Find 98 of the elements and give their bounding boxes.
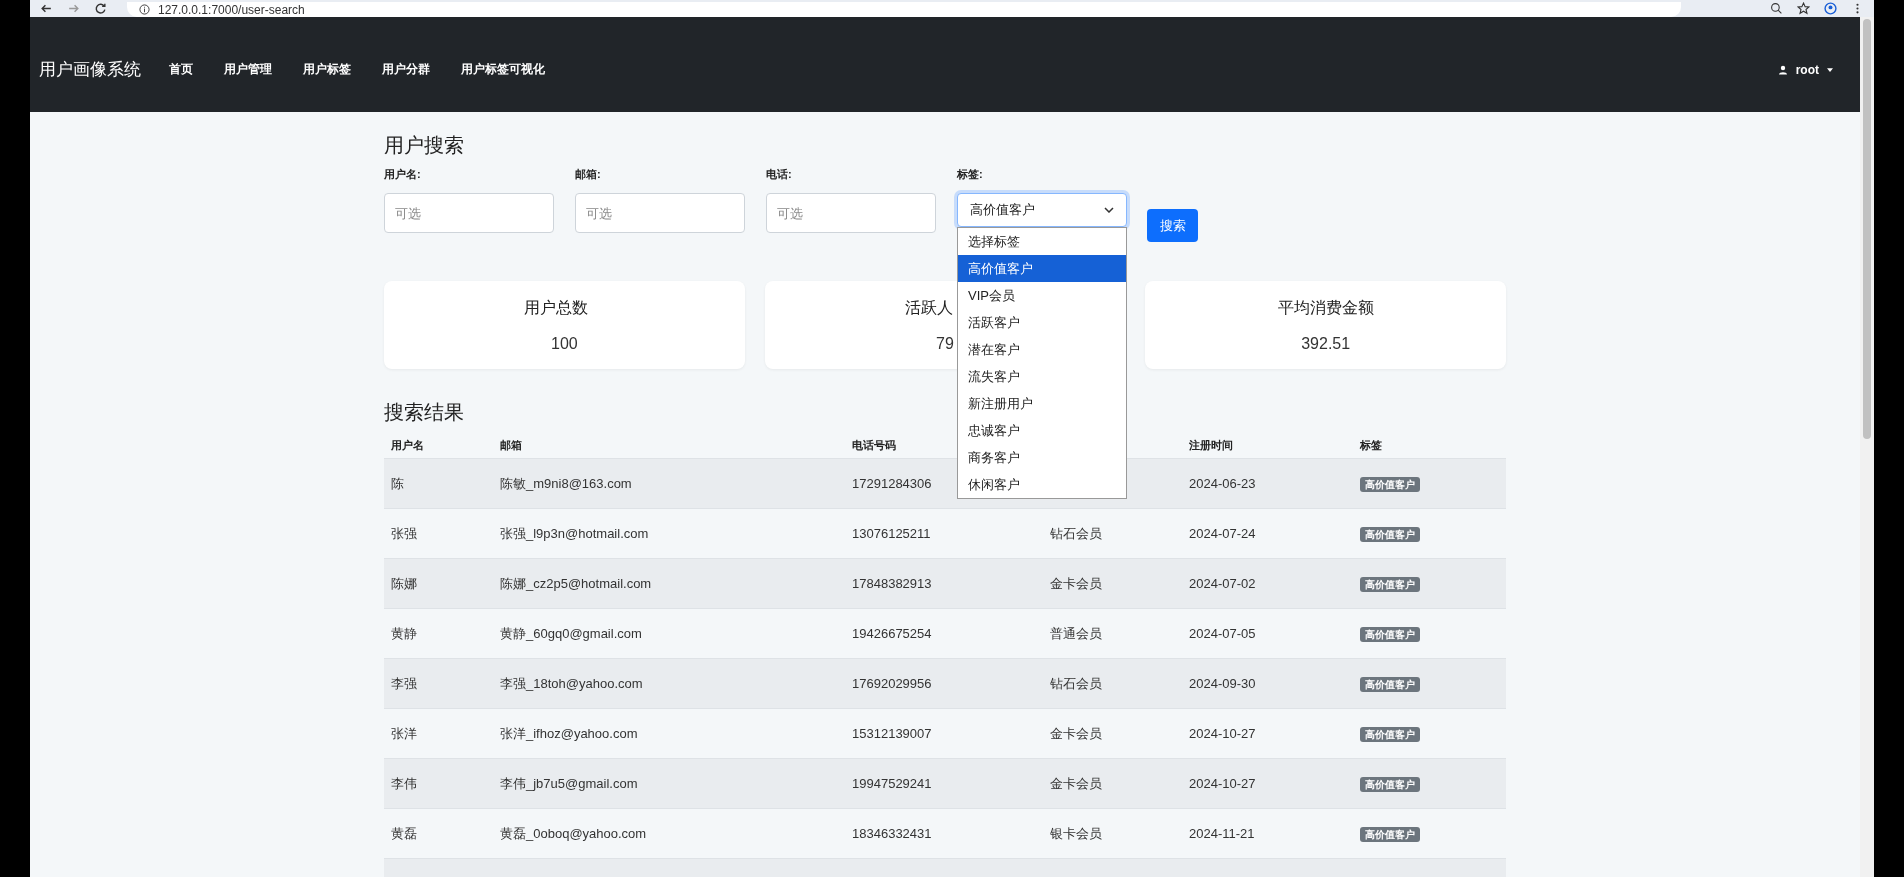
nav-link[interactable]: 用户管理	[224, 61, 272, 78]
tag-badge: 高价值客户	[1360, 826, 1420, 842]
stat-value: 79	[936, 334, 954, 353]
input-field[interactable]: 可选	[766, 193, 936, 233]
tag-badge: 高价值客户	[1360, 726, 1420, 742]
table-cell: 黄磊_0oboq@yahoo.com	[500, 825, 647, 841]
scrollbar[interactable]	[1860, 17, 1874, 877]
table-cell: 金卡会员	[1050, 575, 1102, 591]
column-header: 注册时间	[1189, 438, 1233, 451]
table-cell: 李强_18toh@yahoo.com	[500, 675, 643, 691]
table-cell: 银卡会员	[1050, 825, 1102, 841]
table-cell: 2024-10-27	[1189, 726, 1256, 741]
table-cell: 陈	[391, 475, 404, 491]
tag-badge: 高价值客户	[1360, 476, 1420, 492]
table-cell: 17291284306	[852, 476, 932, 491]
nav-link[interactable]: 首页	[169, 61, 193, 78]
table-cell: 2024-06-23	[1189, 476, 1256, 491]
dropdown-option[interactable]: 选择标签	[958, 228, 1126, 255]
stat-value: 100	[551, 334, 578, 353]
tag-badge: 高价值客户	[1360, 576, 1420, 592]
user-icon	[1777, 64, 1788, 75]
stat-title: 活跃人	[905, 298, 953, 316]
table-cell: 黄静_60gq0@gmail.com	[500, 625, 642, 641]
table-cell: 17848382913	[852, 576, 932, 591]
table-cell: 陈娜_cz2p5@hotmail.com	[500, 575, 652, 591]
table-cell: 金卡会员	[1050, 775, 1102, 791]
table-cell: 张强_l9p3n@hotmail.com	[500, 525, 649, 541]
table-cell: 钻石会员	[1050, 675, 1102, 691]
table-cell: 2024-11-21	[1189, 826, 1255, 841]
stat-title: 平均消费金额	[1277, 298, 1374, 316]
column-header: 用户名	[391, 438, 424, 451]
table-cell: 普通会员	[1050, 625, 1102, 641]
url-text: 127.0.0.1:7000/user-search	[158, 2, 305, 17]
table-cell: 金卡会员	[1050, 725, 1102, 741]
tag-select[interactable]: 高价值客户	[957, 193, 1127, 227]
tag-badge: 高价值客户	[1360, 676, 1420, 692]
field-label: 邮箱:	[575, 167, 602, 182]
dropdown-option[interactable]: 新注册用户	[958, 390, 1126, 417]
stat-title: 用户总数	[524, 298, 589, 316]
user-menu[interactable]: root	[1777, 62, 1833, 77]
table-cell: 李伟_jb7u5@gmail.com	[500, 775, 638, 791]
search-button[interactable]: 搜索	[1147, 209, 1198, 242]
section-title: 用户搜索	[384, 133, 464, 158]
brand-title[interactable]: 用户画像系统	[39, 58, 141, 81]
dropdown-option[interactable]: VIP会员	[958, 282, 1126, 309]
chevron-icon	[1104, 207, 1114, 213]
field-label: 电话:	[766, 167, 793, 182]
dropdown-option[interactable]: 活跃客户	[958, 309, 1126, 336]
section-title: 搜索结果	[384, 400, 464, 425]
table-cell: 13076125211	[852, 526, 931, 541]
column-header: 邮箱	[500, 438, 522, 451]
dropdown-option[interactable]: 商务客户	[958, 444, 1126, 471]
field-label: 用户名:	[384, 167, 422, 182]
table-cell: 黄磊	[391, 825, 417, 841]
table-cell: 张洋	[391, 725, 417, 741]
dropdown-option[interactable]: 忠诚客户	[958, 417, 1126, 444]
caret-icon	[1827, 67, 1833, 72]
tag-badge: 高价值客户	[1360, 776, 1420, 792]
dropdown-option[interactable]: 潜在客户	[958, 336, 1126, 363]
table-cell: 19947529241	[852, 776, 932, 791]
nav-link[interactable]: 用户标签	[303, 61, 351, 78]
table-cell: 陈敏_m9ni8@163.com	[500, 475, 632, 491]
tag-badge: 高价值客户	[1360, 526, 1420, 542]
table-cell: 2024-07-02	[1189, 576, 1256, 591]
profile-icon[interactable]	[1824, 2, 1837, 15]
table-cell: 张强	[391, 525, 417, 541]
dropdown-option[interactable]: 流失客户	[958, 363, 1126, 390]
column-header: 电话号码	[852, 438, 896, 451]
table-cell: 2024-07-05	[1189, 626, 1256, 641]
table-cell: 19426675254	[852, 626, 932, 641]
reload-icon[interactable]	[94, 2, 107, 15]
input-field[interactable]: 可选	[384, 193, 554, 233]
dropdown-option[interactable]: 休闲客户	[958, 471, 1126, 498]
column-header: 标签	[1360, 438, 1382, 451]
table-cell: 陈娜	[391, 575, 417, 591]
stat-value: 392.51	[1301, 334, 1351, 353]
table-cell: 15312139007	[852, 726, 932, 741]
dropdown-option[interactable]: 高价值客户	[958, 255, 1126, 282]
back-icon[interactable]	[40, 2, 53, 15]
table-cell: 李强	[391, 675, 417, 691]
table-cell: 张洋_ifhoz@yahoo.com	[500, 725, 638, 741]
info-icon	[139, 4, 150, 15]
table-cell: 黄静	[391, 625, 417, 641]
input-field[interactable]: 可选	[575, 193, 745, 233]
table-cell: 2024-07-24	[1189, 526, 1256, 541]
star-icon[interactable]	[1797, 2, 1810, 15]
zoom-icon[interactable]	[1770, 2, 1783, 15]
nav-link[interactable]: 用户分群	[382, 61, 430, 78]
table-cell: 李伟	[391, 775, 417, 791]
address-bar[interactable]: 127.0.0.1:7000/user-search	[127, 2, 1681, 17]
table-cell: 钻石会员	[1050, 525, 1102, 541]
table-cell: 2024-09-30	[1189, 676, 1256, 691]
field-label: 标签:	[957, 167, 984, 182]
table-cell: 18346332431	[852, 826, 932, 841]
nav-link[interactable]: 用户标签可视化	[461, 61, 545, 78]
tag-badge: 高价值客户	[1360, 626, 1420, 642]
table-cell: 17692029956	[852, 676, 932, 691]
table-cell: 2024-10-27	[1189, 776, 1256, 791]
